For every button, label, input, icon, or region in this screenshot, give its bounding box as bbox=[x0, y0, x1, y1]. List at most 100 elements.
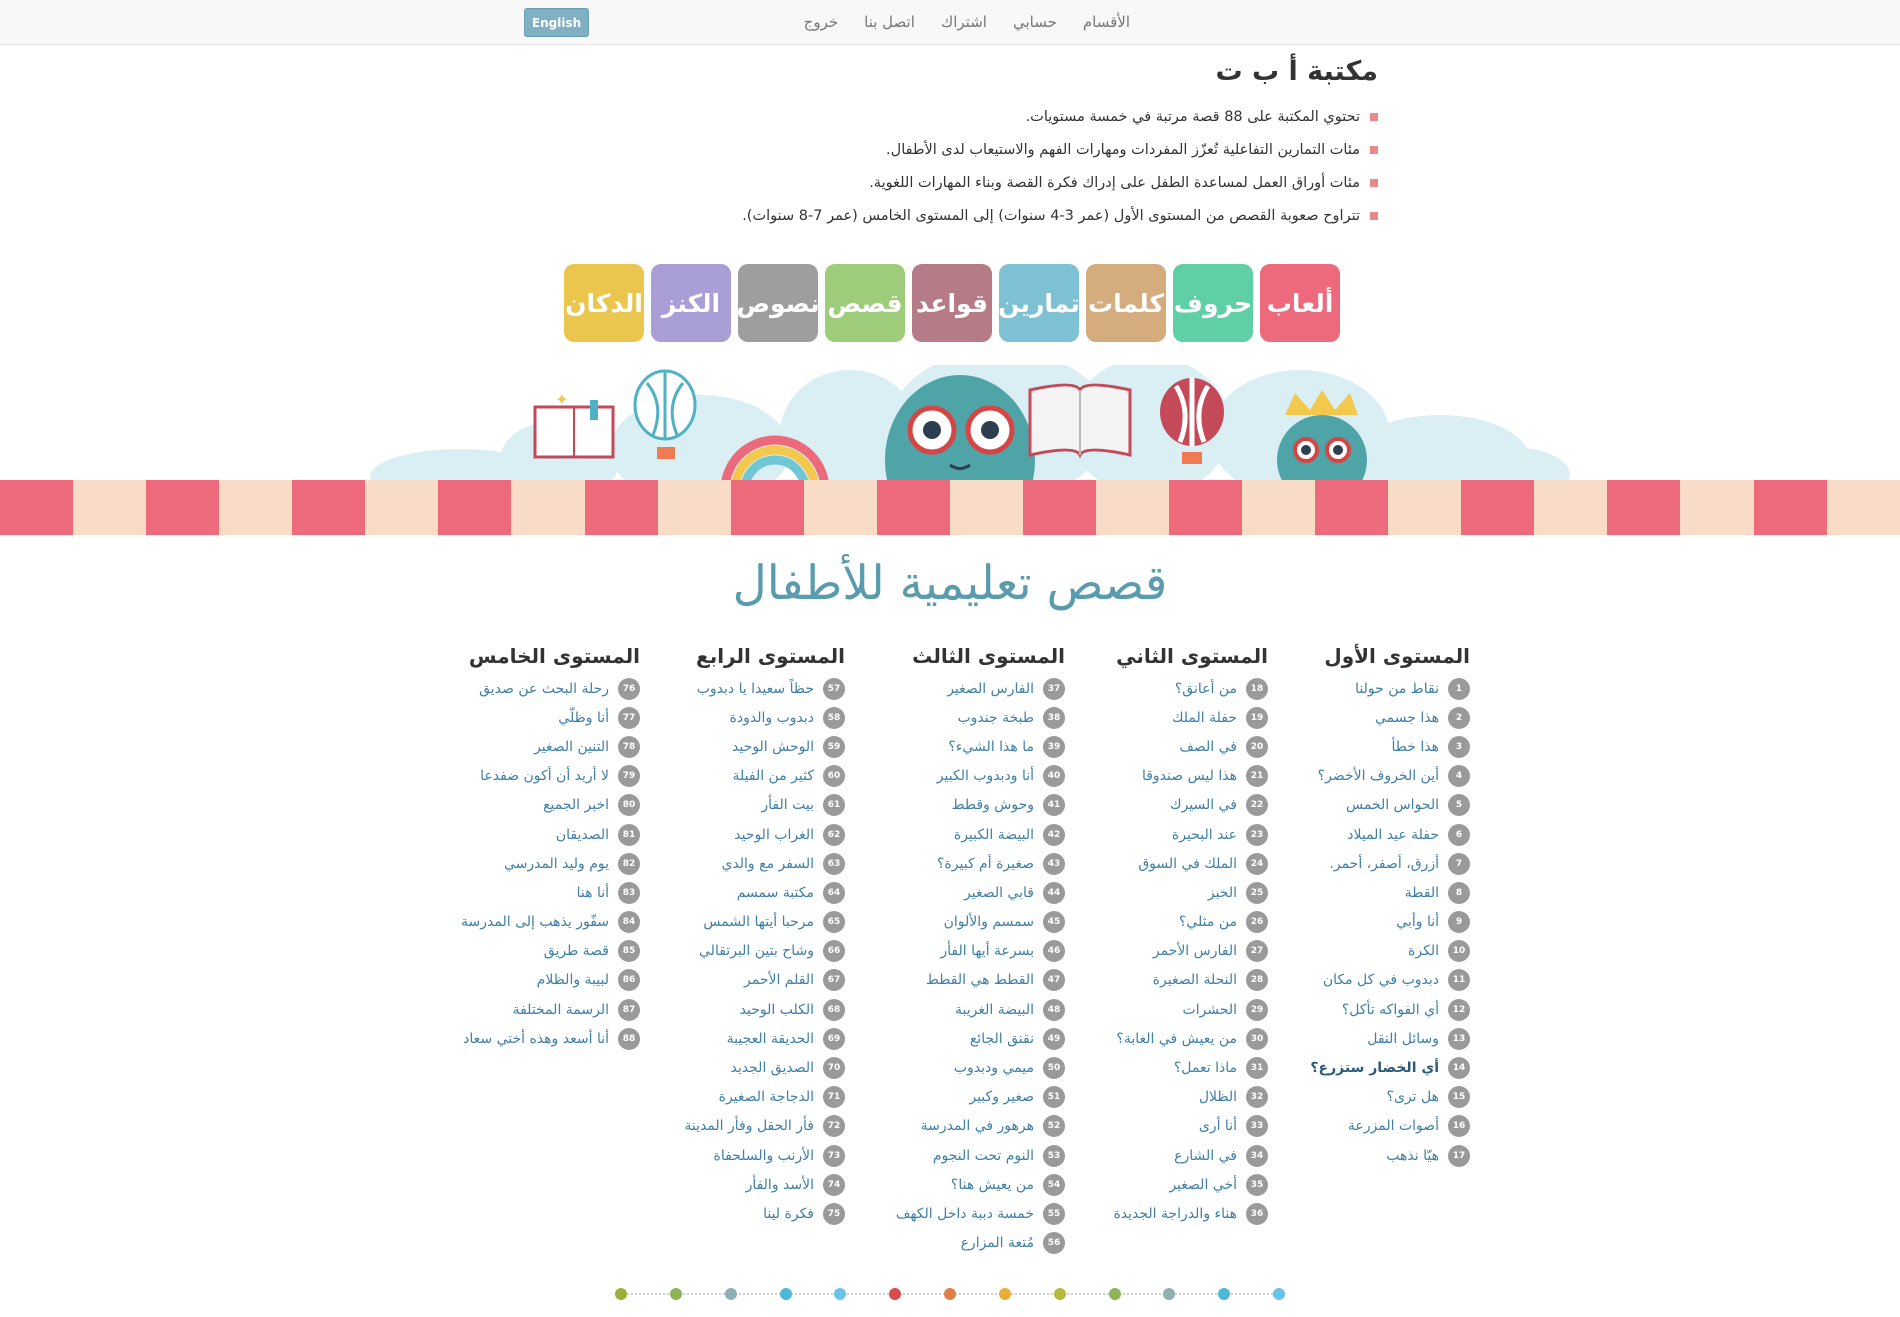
category-tile[interactable]: كلمات bbox=[1086, 264, 1166, 342]
story-link[interactable]: الخبز bbox=[1208, 885, 1237, 901]
story-link[interactable]: هل ترى؟ bbox=[1387, 1089, 1439, 1105]
story-link[interactable]: النوم تحت النجوم bbox=[933, 1148, 1034, 1164]
story-link[interactable]: كثير من الفيلة bbox=[733, 768, 815, 784]
pagination-dot[interactable] bbox=[724, 1288, 737, 1300]
story-link[interactable]: لبيبة والظلام bbox=[537, 972, 609, 988]
category-tile[interactable]: قواعد bbox=[912, 264, 992, 342]
story-link[interactable]: ميمي ودبدوب bbox=[954, 1060, 1034, 1076]
nav-link-logout[interactable]: خروج bbox=[804, 13, 838, 31]
story-link[interactable]: طبخة جندوب bbox=[957, 710, 1034, 726]
story-link[interactable]: من أعانق؟ bbox=[1175, 681, 1237, 697]
story-link[interactable]: من يعيش في الغابة؟ bbox=[1116, 1031, 1237, 1047]
story-link[interactable]: صغيرة أم كبيرة؟ bbox=[937, 856, 1034, 872]
story-link[interactable]: أنا أسعد وهذه أختي سعاد bbox=[463, 1031, 609, 1047]
story-link[interactable]: قصة طريق bbox=[544, 943, 609, 959]
story-link[interactable]: قابي الصغير bbox=[964, 885, 1034, 901]
story-link[interactable]: مُتعة المزارع bbox=[961, 1235, 1034, 1251]
pagination-dot[interactable] bbox=[889, 1288, 902, 1300]
story-link[interactable]: خمسة دببة داخل الكهف bbox=[896, 1206, 1034, 1222]
pagination-dot[interactable] bbox=[998, 1288, 1011, 1300]
story-link[interactable]: السفر مع والدي bbox=[721, 856, 814, 872]
story-link[interactable]: بيت الفأر bbox=[761, 797, 814, 813]
story-link[interactable]: أنا وظلّي bbox=[558, 710, 609, 726]
story-link[interactable]: الحواس الخمس bbox=[1346, 797, 1439, 813]
story-link[interactable]: ماذا تعمل؟ bbox=[1174, 1060, 1237, 1076]
story-link[interactable]: الدجاجة الصغيرة bbox=[719, 1089, 814, 1105]
story-link[interactable]: نقنق الجائع bbox=[970, 1031, 1034, 1047]
story-link[interactable]: الحديقة العجيبة bbox=[727, 1031, 814, 1047]
story-link[interactable]: أزرق، أصفر، أحمر. bbox=[1329, 856, 1439, 872]
story-link[interactable]: الكرة bbox=[1408, 943, 1439, 959]
story-link[interactable]: أخي الصغير bbox=[1169, 1177, 1237, 1193]
story-link[interactable]: في الشارع bbox=[1174, 1148, 1237, 1164]
category-tile[interactable]: الدكان bbox=[564, 264, 644, 342]
pagination-dot[interactable] bbox=[1218, 1288, 1231, 1300]
story-link[interactable]: أي الخضار ستزرع؟ bbox=[1310, 1060, 1439, 1076]
category-tile[interactable]: ألعاب bbox=[1260, 264, 1340, 342]
story-link[interactable]: القلم الأحمر bbox=[744, 972, 814, 988]
story-link[interactable]: من يعيش هنا؟ bbox=[951, 1177, 1034, 1193]
story-link[interactable]: لا أريد أن أكون ضفدعا bbox=[480, 768, 609, 784]
story-link[interactable]: سفّور يذهب إلى المدرسة bbox=[461, 914, 609, 930]
story-link[interactable]: دبدوب في كل مكان bbox=[1323, 972, 1439, 988]
story-link[interactable]: الصديق الجديد bbox=[731, 1060, 814, 1076]
pagination-dot[interactable] bbox=[834, 1288, 847, 1300]
story-link[interactable]: هيّا نذهب bbox=[1386, 1148, 1439, 1164]
story-link[interactable]: أين الخروف الأخضر؟ bbox=[1318, 768, 1439, 784]
story-link[interactable]: أنا وأبي bbox=[1396, 914, 1439, 930]
story-link[interactable]: صغير وكبير bbox=[969, 1089, 1034, 1105]
pagination-dot[interactable] bbox=[615, 1288, 627, 1300]
story-link[interactable]: نقاط من حولنا bbox=[1355, 681, 1439, 697]
nav-link-sections[interactable]: الأقسام bbox=[1083, 13, 1130, 31]
story-link[interactable]: سمسم والألوان bbox=[944, 914, 1034, 930]
story-link[interactable]: حظاً سعيدا يا دبدوب bbox=[697, 681, 814, 697]
story-link[interactable]: وحوش وقطط bbox=[952, 797, 1034, 813]
story-link[interactable]: يوم وليد المدرسي bbox=[504, 856, 609, 872]
story-link[interactable]: الحشرات bbox=[1183, 1002, 1237, 1018]
story-link[interactable]: أي الفواكه تأكل؟ bbox=[1342, 1002, 1439, 1018]
story-link[interactable]: ما هذا الشيء؟ bbox=[948, 739, 1034, 755]
story-link[interactable]: القطة bbox=[1405, 885, 1439, 901]
story-link[interactable]: الظلال bbox=[1199, 1089, 1237, 1105]
story-link[interactable]: فأر الحقل وفأر المدينة bbox=[684, 1118, 814, 1134]
pagination-dot[interactable] bbox=[669, 1288, 682, 1300]
story-link[interactable]: حفلة عيد الميلاد bbox=[1347, 827, 1439, 843]
story-link[interactable]: في الصف bbox=[1179, 739, 1237, 755]
story-link[interactable]: هذا جسمي bbox=[1375, 710, 1439, 726]
story-link[interactable]: أصوات المزرعة bbox=[1348, 1118, 1439, 1134]
story-link[interactable]: اخبر الجميع bbox=[543, 797, 609, 813]
category-tile[interactable]: نصوص bbox=[736, 264, 820, 342]
story-link[interactable]: القطط هي القطط bbox=[926, 972, 1034, 988]
story-link[interactable]: بسرعة أيها الفأر bbox=[940, 943, 1034, 959]
category-tile[interactable]: الكنز bbox=[651, 264, 731, 342]
nav-link-subscribe[interactable]: اشتراك bbox=[941, 13, 987, 31]
pagination-dot[interactable] bbox=[1053, 1288, 1066, 1300]
story-link[interactable]: الغراب الوحيد bbox=[734, 827, 814, 843]
story-link[interactable]: الصديقان bbox=[556, 827, 609, 843]
story-link[interactable]: هذا خطأ bbox=[1392, 739, 1439, 755]
story-link[interactable]: البيضة الكبيرة bbox=[954, 827, 1034, 843]
story-link[interactable]: هناء والدراجة الجديدة bbox=[1113, 1206, 1237, 1222]
category-tile[interactable]: قصص bbox=[825, 264, 905, 342]
story-link[interactable]: من مثلي؟ bbox=[1179, 914, 1237, 930]
category-tile[interactable]: تمارين bbox=[998, 264, 1080, 342]
story-link[interactable]: مرحبا أيتها الشمس bbox=[703, 914, 814, 930]
story-link[interactable]: دبدوب والدودة bbox=[730, 710, 814, 726]
story-link[interactable]: الأرنب والسلحفاة bbox=[714, 1148, 815, 1164]
nav-link-account[interactable]: حسابي bbox=[1013, 13, 1057, 31]
story-link[interactable]: مكتبة سمسم bbox=[737, 885, 814, 901]
story-link[interactable]: أنا أرى bbox=[1199, 1118, 1237, 1134]
story-link[interactable]: عند البحيرة bbox=[1172, 827, 1237, 843]
story-link[interactable]: الفارس الصغير bbox=[947, 681, 1034, 697]
story-link[interactable]: الرسمة المختلفة bbox=[513, 1002, 609, 1018]
story-link[interactable]: وسائل النقل bbox=[1367, 1031, 1439, 1047]
story-link[interactable]: فكرة لينا bbox=[763, 1206, 814, 1222]
story-link[interactable]: هرهور في المدرسة bbox=[921, 1118, 1034, 1134]
story-link[interactable]: في السيرك bbox=[1170, 797, 1237, 813]
language-button[interactable]: English bbox=[524, 8, 589, 37]
category-tile[interactable]: حروف bbox=[1173, 264, 1253, 342]
story-link[interactable]: الكلب الوحيد bbox=[740, 1002, 814, 1018]
story-link[interactable]: أنا ودبدوب الكبير bbox=[937, 768, 1034, 784]
story-link[interactable]: الفارس الأحمر bbox=[1153, 943, 1237, 959]
story-link[interactable]: الملك في السوق bbox=[1138, 856, 1237, 872]
